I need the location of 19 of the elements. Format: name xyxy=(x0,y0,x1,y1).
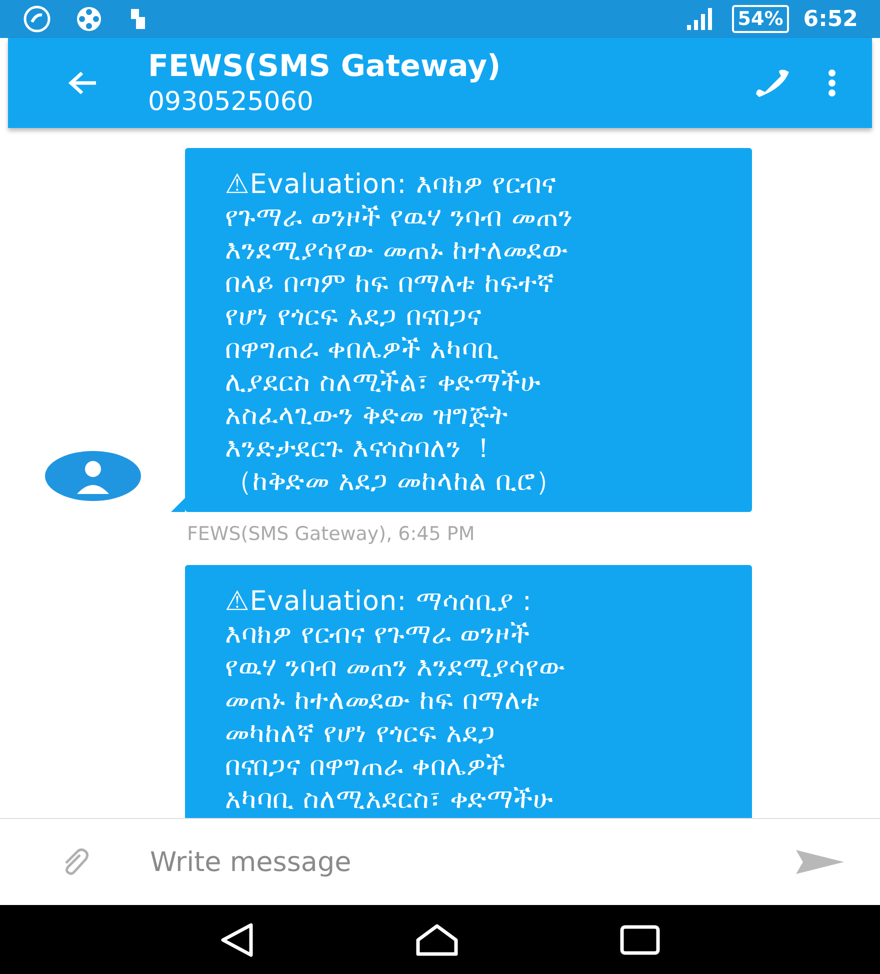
message-meta: FEWS(SMS Gateway), 6:45 PM xyxy=(187,522,476,547)
message-input[interactable]: Write message xyxy=(150,837,760,887)
phone-circle-icon xyxy=(22,4,52,34)
back-triangle-icon[interactable] xyxy=(220,922,254,958)
clock-time: 6:52 xyxy=(803,6,858,34)
message-text: ⚠Evaluation: እባክዎ የርብና የጉማራ ወንዞች የዉሃ ንባብ መጠን እንደሚያሳየው መጠኑ ከተለመደው በላይ በጣም ከፍ በማለቱ ከፍተኛ የሆነ የጎርፍ አደጋ በናበጋና በዋግጠራ ቀበሌዎች አካባቢ ሊያደርስ ስለሚችል፣ ቀድማችሁ አስፈላጊውን ቅድመ ዝግጅት እንድታደርጉ እናሳስባለን ！ （ከቅድመ አደጋ መከላከል ቢሮ） xyxy=(225,169,573,497)
contact-number: 0930525060 xyxy=(148,86,314,118)
contact-name: FEWS(SMS Gateway) xyxy=(148,48,502,86)
film-reel-icon xyxy=(74,4,104,34)
send-icon xyxy=(795,849,845,875)
message-text: ⚠Evaluation: ማሳሰቢያ : እባክዎ የርብና የጉማራ ወንዞች የዉሃ ንባብ መጠን እንደሚያሳየው መጠኑ ከተለመደው ከፍ በማለቱ መካከለኛ የሆነ የጎርፍ አደጋ በናበጋና በዋግጠራ ቀበሌዎች አካባቢ ስለሚአደርስ፣ ቀድማችሁ xyxy=(225,586,566,814)
signal-icon xyxy=(686,7,714,31)
battery-indicator: 54% xyxy=(732,5,790,33)
menu-icon xyxy=(828,69,836,97)
home-icon[interactable] xyxy=(414,922,459,956)
phone-icon xyxy=(753,68,791,98)
sim-card-icon xyxy=(130,8,146,30)
back-arrow-icon xyxy=(68,70,98,96)
recent-apps-icon[interactable] xyxy=(620,924,660,954)
